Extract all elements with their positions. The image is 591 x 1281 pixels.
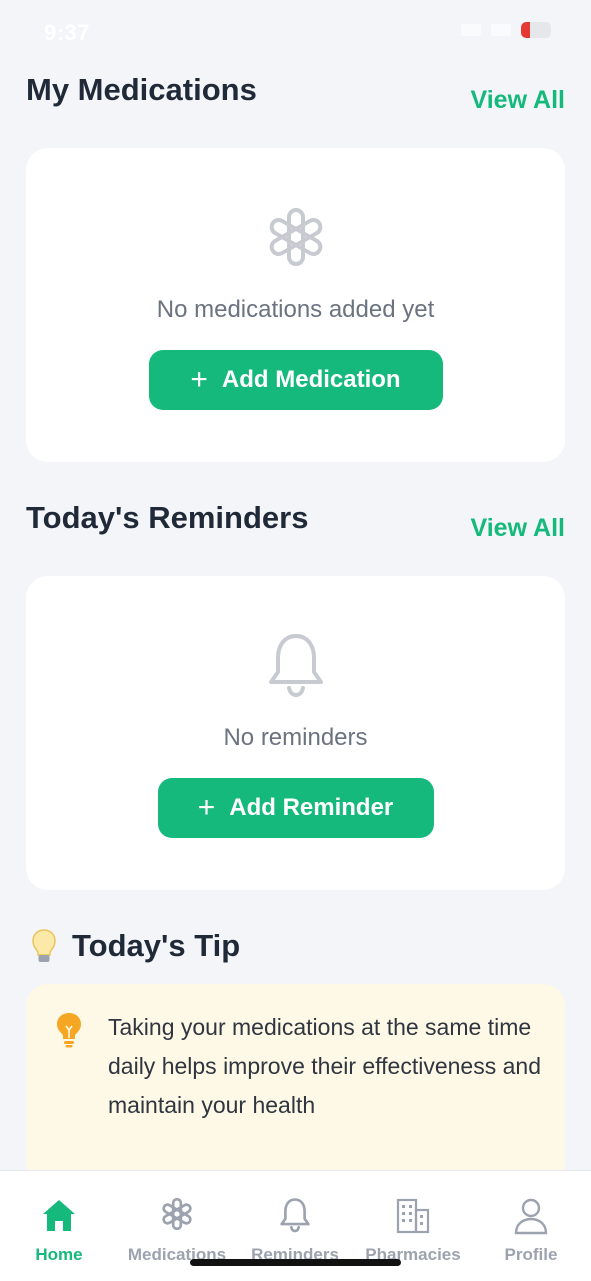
lightbulb-emoji-icon — [32, 929, 56, 962]
status-bar: 9:37 — [0, 0, 591, 62]
tip-card: Taking your medications at the same time… — [26, 984, 565, 1184]
medications-empty-text: No medications added yet — [156, 296, 435, 323]
add-reminder-label: Add Reminder — [229, 794, 394, 821]
status-indicators — [461, 22, 551, 38]
tab-home[interactable]: Home — [0, 1171, 118, 1281]
home-icon — [43, 1200, 75, 1231]
lightbulb-icon — [57, 1013, 81, 1048]
reminders-card: No reminders + Add Reminder — [26, 576, 565, 890]
tip-text: Taking your medications at the same time… — [108, 1014, 541, 1118]
medications-card: No medications added yet + Add Medicatio… — [26, 148, 565, 462]
bell-icon — [268, 634, 323, 697]
building-icon — [396, 1198, 430, 1234]
medications-view-all-link[interactable]: View All — [471, 86, 565, 115]
medication-asterisk-icon — [269, 208, 322, 266]
reminders-view-all-link[interactable]: View All — [471, 514, 565, 543]
tip-section-title: Today's Tip — [72, 928, 241, 963]
add-medication-button[interactable]: + Add Medication — [148, 350, 443, 410]
plus-icon: + — [197, 791, 216, 824]
home-indicator — [190, 1259, 401, 1266]
signal-icon — [461, 24, 481, 36]
wifi-icon — [491, 24, 511, 36]
tab-profile-label: Profile — [504, 1245, 558, 1264]
status-time: 9:37 — [44, 20, 91, 45]
plus-icon: + — [190, 363, 208, 396]
add-medication-label: Add Medication — [221, 366, 401, 393]
tab-profile[interactable]: Profile — [472, 1171, 590, 1281]
reminders-empty-text: No reminders — [223, 724, 368, 751]
tab-home-label: Home — [35, 1245, 83, 1264]
reminders-section-title: Today's Reminders — [26, 500, 309, 535]
medication-icon — [162, 1197, 192, 1231]
add-reminder-button[interactable]: + Add Reminder — [157, 778, 434, 838]
medications-section-title: My Medications — [26, 72, 257, 107]
bell-icon — [280, 1198, 310, 1233]
person-icon — [514, 1198, 548, 1235]
battery-icon — [521, 22, 551, 38]
